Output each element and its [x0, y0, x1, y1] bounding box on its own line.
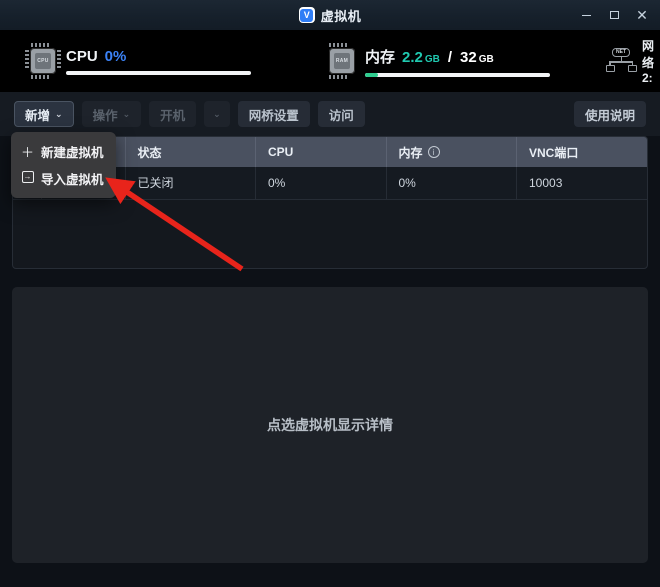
ram-chip-label: RAM: [335, 58, 349, 64]
cpu-chip-icon: CPU: [25, 43, 61, 79]
main-toolbar: 新增 ⌄ 操作 ⌄ 开机 ⌄ 网桥设置 访问 使用说明 ＋ 新建虚拟机 导入虚拟…: [0, 92, 660, 198]
plus-icon: ＋: [21, 145, 35, 160]
menu-item-new-vm-label: 新建虚拟机: [41, 146, 104, 160]
minimize-button[interactable]: [572, 0, 600, 30]
maximize-button[interactable]: [600, 0, 628, 30]
power-on-button[interactable]: 开机: [149, 101, 197, 127]
network-stat-text: 网络2: ↑ 1KB/s | ↓ 4KB/s: [642, 37, 660, 85]
chevron-down-icon-operate: ⌄: [122, 108, 131, 119]
network-label: 网络2:: [641, 39, 654, 85]
cpu-progress-bar: [66, 70, 251, 75]
menu-item-import-vm-label: 导入虚拟机: [41, 173, 104, 187]
header-memory: 内存 i: [386, 137, 517, 167]
memory-total-unit: GB: [478, 53, 494, 65]
memory-progress-fill: [365, 72, 378, 77]
import-icon: [21, 171, 34, 186]
network-stat: NET 网络2: ↑ 1KB/s | ↓ 4KB/s: [605, 37, 660, 85]
header-memory-label: 内存: [398, 145, 423, 160]
chevron-down-icon: ⌄: [55, 108, 63, 119]
network-node-icon: NET: [612, 48, 630, 57]
network-icon: NET: [605, 48, 637, 74]
memory-separator: /: [447, 48, 453, 66]
close-button[interactable]: ✕: [628, 0, 656, 30]
app-icon: V: [298, 7, 315, 23]
shield-v-icon: V: [300, 8, 314, 22]
cpu-stat-line: CPU 0%: [66, 48, 251, 65]
memory-used: 2.2: [402, 48, 423, 66]
header-status: 状态: [125, 137, 256, 167]
window-title-bar: V 虚拟机 ✕: [0, 0, 660, 30]
detail-placeholder-text: 点选虚拟机显示详情: [267, 417, 393, 433]
add-vm-button[interactable]: 新增 ⌄: [14, 101, 74, 127]
memory-progress-bar: [365, 72, 550, 77]
access-label: 访问: [328, 108, 354, 123]
cpu-chip-label: CPU: [37, 58, 49, 64]
maximize-icon: [609, 11, 619, 19]
cpu-label: CPU: [66, 47, 98, 65]
memory-stat: RAM 内存 2.2 GB / 32 GB: [329, 43, 550, 79]
cpu-stat-body: CPU 0%: [66, 48, 251, 75]
row-memory: 0%: [386, 167, 517, 200]
manual-button[interactable]: 使用说明: [573, 101, 646, 127]
cpu-value: 0%: [104, 47, 127, 65]
row-cpu: 0%: [255, 167, 387, 200]
header-vnc-port: VNC端口: [516, 137, 647, 167]
cpu-stat: CPU CPU 0%: [25, 43, 251, 79]
menu-item-new-vm[interactable]: ＋ 新建虚拟机: [11, 138, 116, 165]
menu-item-import-vm[interactable]: 导入虚拟机: [11, 165, 116, 192]
bridge-settings-label: 网桥设置: [248, 108, 299, 123]
operate-label: 操作: [92, 108, 118, 123]
window-title: 虚拟机: [320, 8, 362, 24]
window-controls: ✕: [572, 0, 656, 30]
memory-stat-line: 内存 2.2 GB / 32 GB: [365, 46, 550, 67]
title-group: V 虚拟机: [298, 6, 362, 25]
access-button[interactable]: 访问: [317, 101, 365, 127]
power-on-label: 开机: [160, 108, 186, 123]
memory-used-unit: GB: [424, 53, 440, 65]
vm-detail-panel: 点选虚拟机显示详情: [12, 287, 648, 563]
system-stats-bar: CPU CPU 0% RAM 内存 2.2 GB / 32 GB NET 网络2…: [0, 30, 660, 92]
close-icon: ✕: [636, 7, 648, 23]
operate-button[interactable]: 操作 ⌄: [81, 101, 142, 127]
add-vm-label: 新增: [25, 108, 51, 123]
row-vnc-port: 10003: [516, 167, 647, 200]
memory-label: 内存: [365, 48, 396, 66]
power-on-dropdown-button[interactable]: ⌄: [204, 101, 230, 127]
add-vm-dropdown-menu: ＋ 新建虚拟机 导入虚拟机: [11, 132, 116, 198]
manual-label: 使用说明: [584, 108, 635, 123]
memory-total: 32: [460, 48, 477, 66]
memory-stat-body: 内存 2.2 GB / 32 GB: [365, 46, 550, 77]
ram-chip-icon: RAM: [329, 43, 355, 79]
minimize-icon: [581, 14, 591, 16]
bridge-settings-button[interactable]: 网桥设置: [237, 101, 310, 127]
info-icon[interactable]: i: [427, 146, 440, 158]
chevron-down-icon-power: ⌄: [213, 108, 221, 119]
row-status: 已关闭: [125, 167, 256, 200]
header-cpu: CPU: [255, 137, 387, 167]
